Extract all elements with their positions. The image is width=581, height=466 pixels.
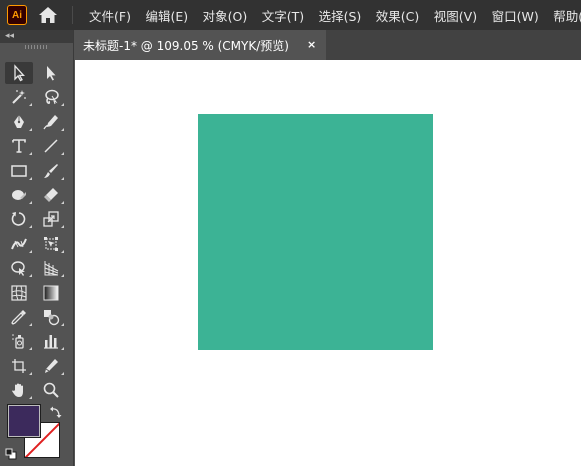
eyedropper-icon — [11, 309, 26, 325]
slice-icon — [45, 358, 58, 373]
hand-icon — [12, 383, 23, 398]
default-fill-stroke-icon[interactable] — [5, 445, 17, 460]
scale-tool[interactable] — [37, 208, 65, 230]
line-icon — [44, 139, 58, 153]
collapse-icon[interactable]: ◂◂ — [5, 30, 14, 43]
eyedropper-tool[interactable] — [5, 306, 33, 328]
rectangle-tool[interactable] — [5, 160, 33, 182]
lasso-icon — [45, 90, 59, 105]
shaper-icon — [12, 189, 26, 200]
menu-window[interactable]: 窗口(W) — [492, 6, 539, 25]
shape-builder-icon — [11, 261, 25, 277]
artboard-icon — [12, 358, 26, 373]
zoom-tool[interactable] — [37, 379, 65, 401]
perspective-grid-icon — [44, 261, 59, 276]
symbol-sprayer-tool[interactable] — [5, 330, 33, 352]
blend-icon — [44, 309, 60, 326]
menu-edit[interactable]: 编辑(E) — [145, 6, 188, 25]
menu-help[interactable]: 帮助(H) — [553, 6, 581, 25]
zoom-icon — [43, 382, 59, 398]
type-icon — [12, 139, 26, 153]
width-tool[interactable] — [5, 233, 33, 255]
scale-icon — [43, 211, 59, 227]
column-graph-tool[interactable] — [37, 330, 65, 352]
gradient-tool[interactable] — [37, 282, 65, 304]
menu-select[interactable]: 选择(S) — [319, 6, 362, 25]
home-icon[interactable] — [37, 5, 59, 25]
tools — [5, 62, 69, 403]
menu-object[interactable]: 对象(O) — [203, 6, 248, 25]
document-tab-title: 未标题-1* @ 109.05 % (CMYK/预览) — [83, 38, 289, 53]
free-transform-tool[interactable] — [37, 233, 65, 255]
lasso-tool[interactable] — [37, 86, 65, 108]
menu-view[interactable]: 视图(V) — [434, 6, 477, 25]
green-rectangle-shape[interactable] — [198, 114, 433, 350]
curvature-tool[interactable] — [37, 111, 65, 133]
menu-bar: Ai 文件(F) 编辑(E) 对象(O) 文字(T) 选择(S) 效果(C) 视… — [0, 0, 581, 30]
rotate-tool[interactable] — [5, 208, 33, 230]
arrow-icon — [14, 64, 25, 82]
magic-wand-icon — [12, 90, 26, 105]
width-icon — [11, 238, 27, 250]
menu-type[interactable]: 文字(T) — [262, 6, 304, 25]
blend-tool[interactable] — [37, 306, 65, 328]
shaper-tool[interactable] — [5, 184, 33, 206]
tools-panel-header: ◂◂ — [0, 30, 73, 43]
document-tab[interactable]: 未标题-1* @ 109.05 % (CMYK/预览) × — [75, 30, 326, 60]
rectangle-icon — [11, 164, 27, 177]
perspective-grid-tool[interactable] — [37, 257, 65, 279]
illustrator-logo-icon: Ai — [7, 5, 27, 25]
menubar-divider — [72, 6, 73, 24]
swap-fill-stroke-icon[interactable] — [49, 404, 63, 418]
rotate-icon — [11, 212, 26, 227]
brush-icon — [44, 163, 58, 178]
artboard-tool[interactable] — [5, 355, 33, 377]
curvature-pen-icon — [43, 114, 58, 130]
pen-tool[interactable] — [5, 111, 33, 133]
type-tool[interactable] — [5, 135, 33, 157]
artboard-canvas[interactable] — [75, 60, 581, 466]
fill-swatch[interactable] — [7, 404, 41, 438]
pen-icon — [14, 114, 24, 128]
menu-file[interactable]: 文件(F) — [89, 6, 131, 25]
direct-arrow-icon — [47, 66, 56, 81]
direct-selection-tool[interactable] — [37, 62, 65, 84]
selection-tool[interactable] — [5, 62, 33, 84]
main-menu: 文件(F) 编辑(E) 对象(O) 文字(T) 选择(S) 效果(C) 视图(V… — [89, 0, 581, 30]
mesh-tool[interactable] — [5, 282, 33, 304]
shape-builder-tool[interactable] — [5, 257, 33, 279]
graph-icon — [44, 335, 58, 349]
symbol-sprayer-icon — [12, 334, 24, 349]
document-tab-bar: 未标题-1* @ 109.05 % (CMYK/预览) × — [75, 30, 581, 60]
hand-tool[interactable] — [5, 379, 33, 401]
paintbrush-tool[interactable] — [37, 160, 65, 182]
close-icon[interactable]: × — [307, 38, 316, 51]
panel-grip[interactable] — [25, 45, 47, 49]
menu-effect[interactable]: 效果(C) — [376, 6, 419, 25]
magic-wand-tool[interactable] — [5, 86, 33, 108]
line-tool[interactable] — [37, 135, 65, 157]
mesh-icon — [11, 284, 27, 301]
slice-tool[interactable] — [37, 355, 65, 377]
gradient-icon — [43, 285, 59, 301]
eraser-tool[interactable] — [37, 184, 65, 206]
free-transform-icon — [44, 236, 58, 251]
eraser-icon — [44, 187, 58, 202]
